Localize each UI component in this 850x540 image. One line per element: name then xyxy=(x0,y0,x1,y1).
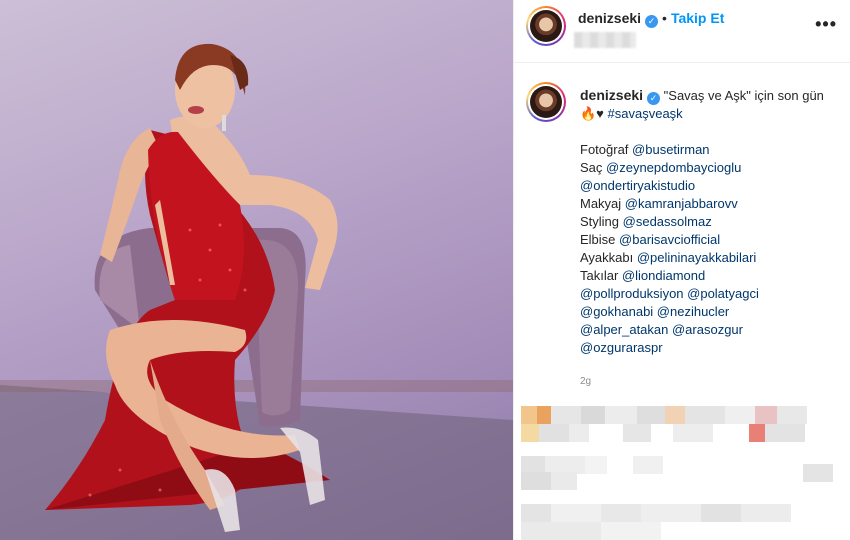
credit-mention-link[interactable]: @pelininayakkabilari xyxy=(637,250,756,265)
verified-badge-icon: ✓ xyxy=(647,92,661,105)
credit-mention-link[interactable]: @gokhanabi @nezihucler xyxy=(580,304,729,319)
header-username[interactable]: denizseki xyxy=(578,10,641,26)
blur-pixel xyxy=(641,504,701,522)
avatar[interactable] xyxy=(526,6,566,46)
credit-mention-link[interactable]: @kamranjabbarovv xyxy=(625,196,738,211)
credit-line: @ondertiryakistudio xyxy=(580,177,838,195)
blur-pixel xyxy=(725,406,755,424)
credit-mention-link[interactable]: @alper_atakan @arasozgur xyxy=(580,322,743,337)
blur-pixel xyxy=(539,424,569,442)
post-photo[interactable] xyxy=(0,0,513,540)
blur-pixel xyxy=(605,406,637,424)
credit-label: Takılar xyxy=(580,268,622,283)
blur-pixel xyxy=(551,504,601,522)
blur-pixel xyxy=(521,504,551,522)
credit-line: @pollproduksiyon @polatyagci xyxy=(580,285,838,303)
credit-line: @alper_atakan @arasozgur xyxy=(580,321,838,339)
credit-label: Saç xyxy=(580,160,607,175)
verified-badge-icon: ✓ xyxy=(645,15,659,28)
blur-pixel xyxy=(665,406,685,424)
blurred-comment-row xyxy=(513,500,850,540)
blur-pixel xyxy=(749,424,765,442)
credit-label: Fotoğraf xyxy=(580,142,633,157)
credit-line: Styling @sedassolmaz xyxy=(580,213,838,231)
credit-label: Styling xyxy=(580,214,623,229)
credit-line: @gokhanabi @nezihucler xyxy=(580,303,838,321)
blur-pixel xyxy=(701,504,741,522)
blur-pixel xyxy=(633,456,663,474)
credits-list: Fotoğraf @busetirman Saç @zeynepdombaycio… xyxy=(580,141,838,357)
follow-button[interactable]: Takip Et xyxy=(671,10,724,26)
blur-pixel xyxy=(741,504,791,522)
caption-line: "Savaş ve Aşk" için son gün xyxy=(663,88,824,103)
credit-mention-link[interactable]: @sedassolmaz xyxy=(623,214,712,229)
blur-pixel xyxy=(673,424,713,442)
credit-line: Saç @zeynepdombaycioglu xyxy=(580,159,838,177)
blur-pixel xyxy=(551,472,577,490)
post-age[interactable]: 2g xyxy=(580,373,838,391)
credit-mention-link[interactable]: @barisavciofficial xyxy=(619,232,720,247)
credit-mention-link[interactable]: @ozguraraspr xyxy=(580,340,663,355)
credit-line: Elbise @barisavciofficial xyxy=(580,231,838,249)
blur-pixel xyxy=(521,406,537,424)
credit-line: @ozguraraspr xyxy=(580,339,838,357)
blurred-location xyxy=(574,32,636,48)
credit-label: Elbise xyxy=(580,232,620,247)
separator-dot: • xyxy=(662,10,667,26)
blurred-comment-row xyxy=(513,402,850,442)
credit-label: Makyaj xyxy=(580,196,625,211)
blur-pixel xyxy=(537,406,551,424)
credit-line: Fotoğraf @busetirman xyxy=(580,141,838,159)
credit-mention-link[interactable]: @liondiamond xyxy=(622,268,705,283)
blur-pixel xyxy=(521,472,551,490)
credit-line: Makyaj @kamranjabbarovv xyxy=(580,195,838,213)
blur-pixel xyxy=(521,424,539,442)
blur-pixel xyxy=(601,504,641,522)
credit-mention-link[interactable]: @busetirman xyxy=(632,142,710,157)
blur-pixel xyxy=(585,456,607,474)
hashtag-link[interactable]: #savaşveaşk xyxy=(608,106,683,121)
blur-pixel xyxy=(521,522,601,540)
blur-pixel xyxy=(777,406,807,424)
more-options-icon[interactable]: ••• xyxy=(815,14,837,35)
caption-text: denizseki ✓ "Savaş ve Aşk" için son gün 🔥… xyxy=(580,86,838,391)
blur-pixel xyxy=(551,406,581,424)
blur-pixel xyxy=(569,424,589,442)
post-photo-illustration xyxy=(0,43,513,540)
credit-label: Ayakkabı xyxy=(580,250,637,265)
caption-username[interactable]: denizseki xyxy=(580,87,643,103)
blur-pixel xyxy=(685,406,725,424)
blur-pixel xyxy=(581,406,605,424)
fire-heart-emoji: 🔥♥ xyxy=(580,106,604,121)
credit-line: Takılar @liondiamond xyxy=(580,267,838,285)
credit-mention-link[interactable]: @pollproduksiyon @polatyagci xyxy=(580,286,759,301)
header-user-line: denizseki ✓ • Takip Et xyxy=(578,10,724,28)
blur-pixel xyxy=(601,522,661,540)
credit-mention-link[interactable]: @zeynepdombaycioglu xyxy=(606,160,741,175)
blur-pixel xyxy=(803,464,833,482)
blur-pixel xyxy=(765,424,805,442)
caption-avatar[interactable] xyxy=(526,82,566,122)
blur-pixel xyxy=(637,406,665,424)
credit-line: Ayakkabı @pelininayakkabilari xyxy=(580,249,838,267)
blurred-comment-row xyxy=(513,452,850,490)
post-header: denizseki ✓ • Takip Et ••• xyxy=(514,0,850,63)
blur-pixel xyxy=(623,424,651,442)
blur-pixel xyxy=(755,406,777,424)
credit-mention-link[interactable]: @ondertiryakistudio xyxy=(580,178,695,193)
